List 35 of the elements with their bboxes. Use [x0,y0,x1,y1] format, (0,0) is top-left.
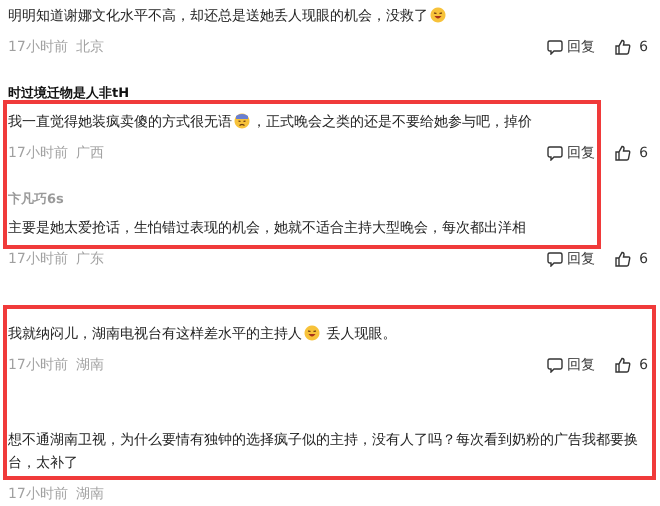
laughing-emoji-icon [304,325,320,341]
sad-emoji-icon [234,113,250,129]
laughing-emoji-icon [430,7,446,23]
comment-text: 我一直觉得她装疯卖傻的方式很无语 ，正式晚会之类的还是不要给她参与吧，掉价 [8,112,533,132]
reply-button[interactable]: 回复 [547,354,596,376]
comment-time: 17小时前 [8,356,68,374]
thumbs-up-icon [615,251,632,267]
comment-time: 17小时前 [8,144,68,162]
comment-text: 想不通湖南卫视，为什么要情有独钟的选择疯子似的主持，没有人了吗？每次看到奶粉的广告我都要换台，太补了 [8,431,639,473]
comment-time: 17小时前 [8,484,68,504]
like-button[interactable]: 6 [615,36,648,58]
speech-bubble-icon [547,251,564,267]
reply-button[interactable]: 回复 [547,36,596,58]
speech-bubble-icon [547,357,564,373]
like-button[interactable]: 6 [615,142,648,164]
reply-button[interactable]: 回复 [547,248,596,270]
thumbs-up-icon [615,357,632,373]
comment-location: 湖南 [76,484,104,504]
thumbs-up-icon [615,145,632,161]
comment-text: 明明知道谢娜文化水平不高，却还总是送她丢人现眼的机会，没救了 [8,5,656,28]
comment-location: 广西 [76,144,104,162]
reply-button[interactable]: 回复 [547,142,596,164]
comment-text: 主要是她太爱抢话，生怕错过表现的机会，她就不适合主持大型晚会，每次都出洋相 [8,219,527,238]
comment-text: 我就纳闷儿，湖南电视台有这样差水平的主持人 丢人现眼。 [8,324,398,344]
comment-time: 17小时前 [8,250,68,268]
like-button[interactable]: 6 [615,354,648,376]
speech-bubble-icon [547,145,564,161]
thumbs-up-icon [615,39,632,55]
comment-location: 广东 [76,250,104,268]
comment-location: 北京 [76,38,104,56]
username[interactable]: 时过境迁物是人非tH [8,84,130,104]
comment-location: 湖南 [76,356,104,374]
comment-time: 17小时前 [8,38,68,56]
speech-bubble-icon [547,39,564,55]
like-button[interactable]: 6 [615,248,648,270]
